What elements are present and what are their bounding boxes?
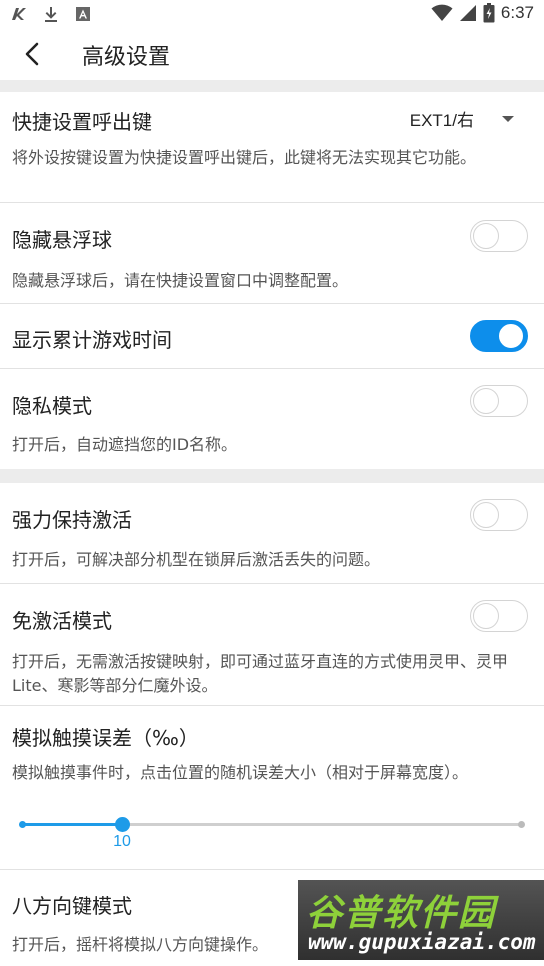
setting-description: 模拟触摸事件时，点击位置的随机误差大小（相对于屏幕宽度）。: [12, 763, 469, 782]
signal-icon: [459, 5, 476, 21]
slider-start-dot: [19, 821, 26, 828]
section-gap: [0, 80, 544, 92]
app-bar: 高级设置: [0, 30, 544, 80]
setting-keep-active[interactable]: 强力保持激活 打开后，可解决部分机型在锁屏后激活丢失的问题。: [0, 483, 544, 583]
setting-touch-error: 模拟触摸误差（‰） 模拟触摸事件时，点击位置的随机误差大小（相对于屏幕宽度）。 …: [0, 706, 544, 869]
setting-description: 隐藏悬浮球后，请在快捷设置窗口中调整配置。: [12, 271, 349, 290]
toggle-knob: [473, 223, 499, 249]
setting-title: 显示累计游戏时间: [12, 328, 172, 352]
shortcut-key-dropdown[interactable]: EXT1/右: [410, 106, 514, 131]
section-gap: [0, 469, 544, 483]
setting-no-activation[interactable]: 免激活模式 打开后，无需激活按键映射，即可通过蓝牙直连的方式使用灵甲、灵甲Lit…: [0, 584, 544, 705]
hide-float-toggle[interactable]: [470, 220, 528, 252]
setting-title: 强力保持激活: [12, 508, 132, 532]
setting-title: 快捷设置呼出键: [12, 110, 152, 134]
app-logo-icon: [12, 8, 26, 20]
setting-description: 将外设按键设置为快捷设置呼出键后，此键将无法实现其它功能。: [12, 148, 477, 167]
status-time: 6:37: [500, 3, 534, 22]
setting-description: 打开后，无需激活按键映射，即可通过蓝牙直连的方式使用灵甲、灵甲Lite、寒影等部…: [12, 652, 509, 695]
setting-hide-float[interactable]: 隐藏悬浮球 隐藏悬浮球后，请在快捷设置窗口中调整配置。: [0, 203, 544, 303]
setting-title: 免激活模式: [12, 609, 112, 633]
privacy-toggle[interactable]: [470, 385, 528, 417]
toggle-knob: [473, 388, 499, 414]
setting-shortcut-key[interactable]: 快捷设置呼出键 EXT1/右 将外设按键设置为快捷设置呼出键后，此键将无法实现其…: [0, 92, 544, 202]
slider-track[interactable]: 10: [19, 817, 525, 850]
setting-title: 模拟触摸误差（‰）: [12, 726, 199, 750]
watermark-url: www.gupuxiazai.com: [308, 930, 536, 954]
slider-value: 10: [113, 833, 131, 850]
watermark-brand: 谷普软件园: [306, 893, 497, 934]
slider-thumb[interactable]: [115, 817, 130, 832]
wifi-icon: [431, 4, 453, 21]
battery-icon: [483, 3, 495, 23]
watermark: 谷普软件园 www.gupuxiazai.com: [298, 880, 544, 960]
page-title: 高级设置: [82, 45, 171, 70]
toggle-knob: [473, 603, 499, 629]
setting-description: 打开后，自动遮挡您的ID名称。: [12, 435, 238, 454]
back-arrow-icon[interactable]: [18, 39, 48, 69]
dropdown-value: EXT1/右: [409, 111, 474, 130]
setting-title: 隐私模式: [12, 394, 92, 418]
setting-privacy[interactable]: 隐私模式 打开后，自动遮挡您的ID名称。: [0, 369, 544, 469]
setting-description: 打开后，可解决部分机型在锁屏后激活丢失的问题。: [12, 550, 381, 569]
setting-show-time[interactable]: 显示累计游戏时间: [0, 304, 544, 368]
download-icon: [45, 7, 57, 22]
slider-end-dot: [518, 821, 525, 828]
setting-title: 八方向键模式: [12, 894, 132, 918]
no-activation-toggle[interactable]: [470, 600, 528, 632]
setting-title: 隐藏悬浮球: [12, 228, 112, 252]
keep-active-toggle[interactable]: [470, 499, 528, 531]
dropdown-caret-icon: [502, 115, 514, 122]
toggle-knob: [498, 323, 524, 349]
notification-a-icon: [76, 7, 90, 21]
status-bar: 6:37: [0, 0, 544, 30]
show-time-toggle[interactable]: [470, 320, 528, 352]
toggle-knob: [473, 502, 499, 528]
slider-fill: [22, 823, 122, 826]
touch-error-slider[interactable]: 10: [0, 817, 544, 863]
